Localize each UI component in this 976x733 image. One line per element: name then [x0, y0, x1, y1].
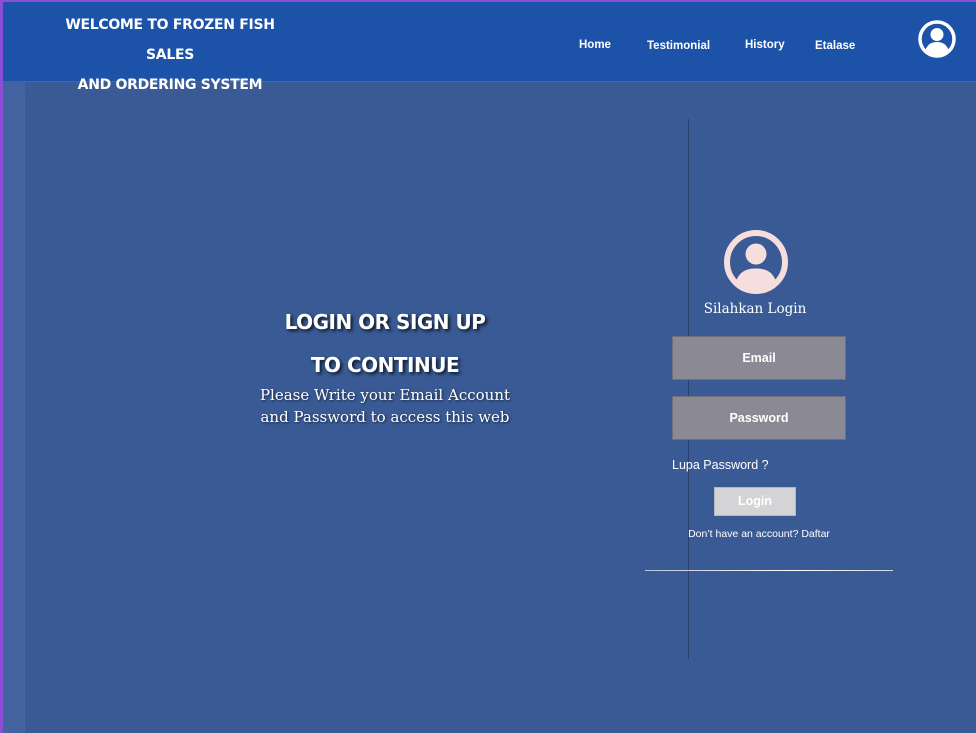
nav-testimonial-link[interactable]: Testimonial — [647, 40, 710, 52]
hero-title: LOGIN OR SIGN UP TO CONTINUE — [235, 301, 535, 387]
forgot-password-link[interactable]: Lupa Password ? — [672, 458, 769, 472]
password-field[interactable]: Password — [672, 396, 846, 440]
brand-title-line-1: WELCOME TO FROZEN FISH SALES — [65, 17, 275, 63]
nav-home-link[interactable]: Home — [579, 39, 611, 51]
nav-history-link[interactable]: History — [745, 39, 785, 51]
top-header: WELCOME TO FROZEN FISH SALES AND ORDERIN… — [3, 2, 976, 93]
horizontal-divider — [645, 570, 893, 571]
signup-link[interactable]: Don’t have an account? Daftar — [645, 528, 873, 540]
hero-title-line-2: TO CONTINUE — [310, 353, 460, 377]
vertical-divider — [688, 119, 689, 659]
brand-title: WELCOME TO FROZEN FISH SALES AND ORDERIN… — [50, 10, 290, 100]
user-circle-icon[interactable] — [917, 19, 957, 59]
main-panel: LOGIN OR SIGN UP TO CONTINUE Please Writ… — [25, 91, 976, 733]
email-field[interactable]: Email — [672, 336, 846, 380]
left-edge-strip — [3, 81, 25, 733]
nav-etalase-link[interactable]: Etalase — [815, 40, 855, 52]
app-frame: WELCOME TO FROZEN FISH SALES AND ORDERIN… — [3, 2, 976, 733]
hero-subtitle-line-2: and Password to access this web — [260, 408, 510, 426]
hero-subtitle-line-1: Please Write your Email Account — [259, 386, 511, 404]
login-prompt: Silahkan Login — [703, 301, 807, 317]
hero-subtitle: Please Write your Email Account and Pass… — [215, 384, 555, 428]
login-button[interactable]: Login — [714, 487, 796, 516]
user-circle-icon — [724, 230, 788, 294]
hero-title-line-1: LOGIN OR SIGN UP — [284, 310, 486, 334]
